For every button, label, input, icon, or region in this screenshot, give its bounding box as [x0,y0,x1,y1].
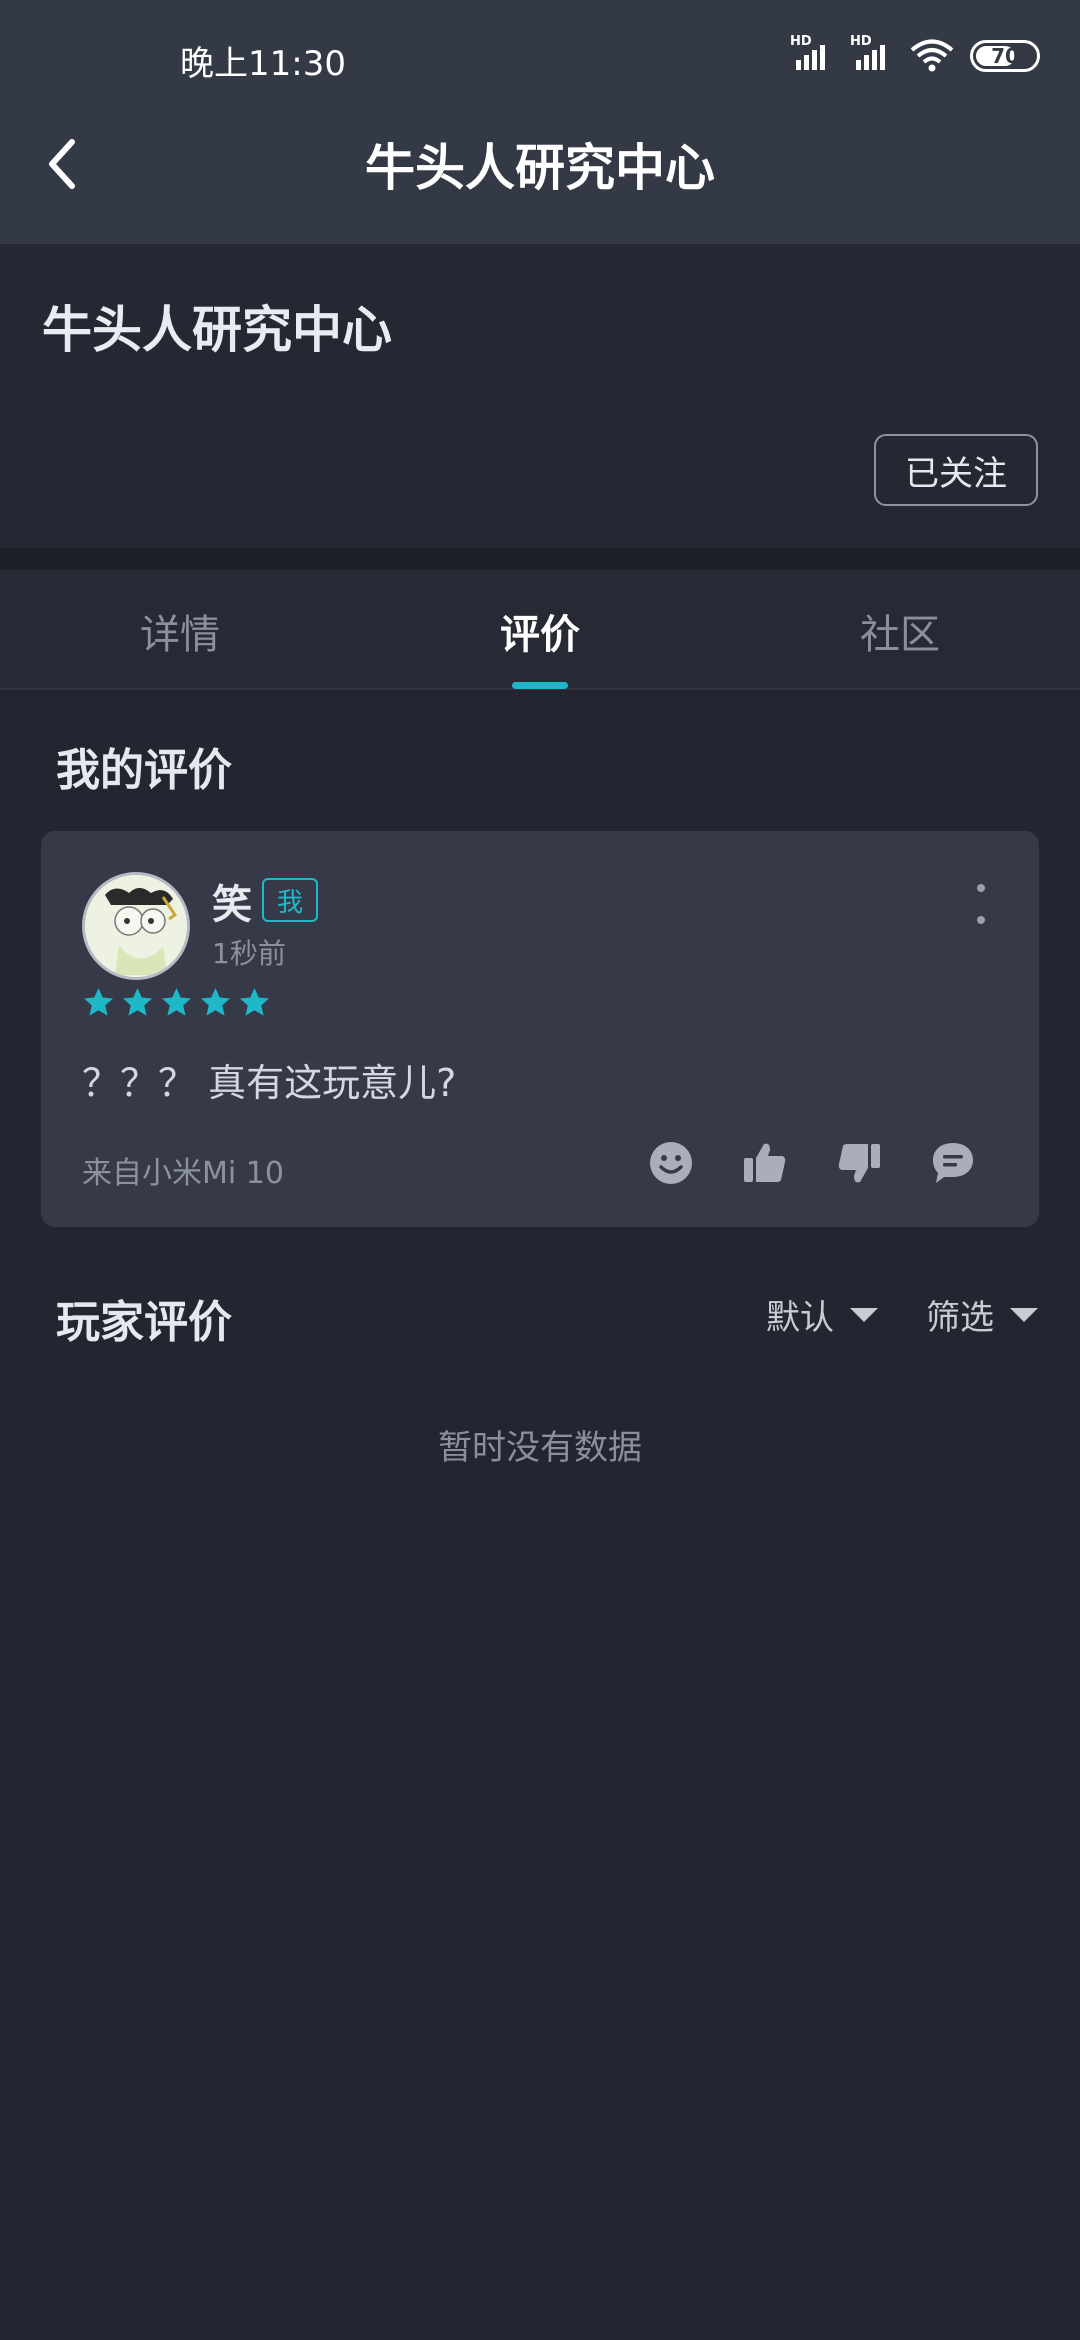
more-dot [977,916,985,924]
avatar[interactable] [82,872,190,980]
me-badge: 我 [262,878,318,922]
tab-active-indicator [512,682,568,689]
rating-stars [82,986,271,1019]
battery-icon: 70 [970,40,1040,72]
username: 笑 [212,882,252,928]
thumbs-down-icon[interactable] [836,1140,882,1186]
page-title: 牛头人研究中心 [365,139,715,197]
section-divider [0,548,1080,570]
device-label: 来自小米Mi 10 [82,1156,284,1191]
tab-bar: 详情 评价 社区 [0,570,1080,690]
star-icon [84,988,113,1016]
my-review-title: 我的评价 [56,745,232,796]
sort-dropdown[interactable]: 默认 [766,1290,834,1339]
star-icon [123,988,152,1016]
filter-dropdown[interactable]: 筛选 [926,1290,994,1339]
signal-icon: HD [790,34,834,74]
status-time: 晚上11:30 [180,44,346,84]
star-icon [240,988,269,1016]
signal-icon: HD [850,34,894,74]
battery-level: 70 [991,44,1019,68]
comment-icon[interactable] [930,1140,976,1186]
smile-icon[interactable] [648,1140,694,1186]
star-icon [201,988,230,1016]
wifi-icon [910,39,954,72]
thumbs-up-icon[interactable] [742,1140,788,1186]
review-text: ？？？ 真有这玩意儿? [82,1061,457,1105]
star-icon [162,988,191,1016]
more-dot [977,884,985,892]
review-time: 1秒前 [212,937,286,970]
chevron-down-icon[interactable] [850,1308,878,1322]
empty-state-text: 暂时没有数据 [438,1428,642,1468]
chevron-down-icon[interactable] [1010,1308,1038,1322]
follow-button[interactable]: 已关注 [874,434,1038,506]
more-options-button[interactable] [966,884,996,924]
tab-community[interactable]: 社区 [800,602,1000,660]
player-reviews-title: 玩家评价 [56,1297,232,1348]
top-bar [0,0,1080,244]
tab-details[interactable]: 详情 [80,602,280,660]
tab-reviews[interactable]: 评价 [440,602,640,660]
status-icons: HD HD 70 [790,34,1040,74]
org-name: 牛头人研究中心 [42,301,392,359]
